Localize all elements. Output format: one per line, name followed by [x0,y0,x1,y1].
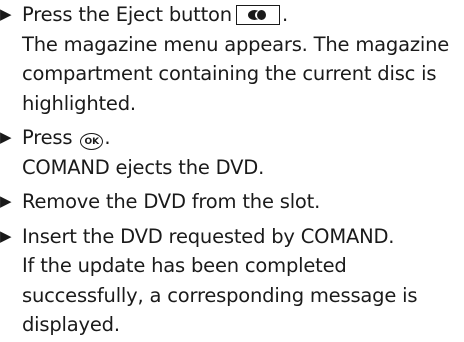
step-3: ▶ Remove the DVD from the slot. [0,187,464,217]
step-2-action: Press OK. [22,126,111,150]
step-1-action: Press the Eject button. [22,3,288,26]
step-1-result-line: compartment containing the current disc … [22,62,437,85]
step-4-result-line: displayed. [22,313,120,336]
step-4: ▶ Insert the DVD requested by COMAND. If… [0,222,464,340]
step-arrow-icon: ▶ [0,128,12,146]
step-1-result-line: The magazine menu appears. The magazine [22,32,450,56]
step-2: ▶ Press OK. COMAND ejects the DVD. [0,123,464,182]
step-1-result-line: highlighted. [22,91,136,115]
step-arrow-icon: ▶ [0,226,12,245]
step-3-action: Remove the DVD from the slot. [22,190,321,213]
step-2-result-line: COMAND ejects the DVD. [22,155,265,179]
instruction-steps: ▶ Press the Eject button. The magazine m… [0,0,464,340]
step-4-result-line: successfully, a corresponding message is [22,283,418,307]
step-4-action: Insert the DVD requested by COMAND. [22,224,395,248]
step-arrow-icon: ▶ [0,192,12,210]
step-arrow-icon: ▶ [0,5,12,23]
ok-button-icon: OK [80,133,104,150]
step-4-result-line: If the update has been completed [22,254,347,277]
eject-icon [235,5,280,25]
step-1: ▶ Press the Eject button. The magazine m… [0,0,464,118]
